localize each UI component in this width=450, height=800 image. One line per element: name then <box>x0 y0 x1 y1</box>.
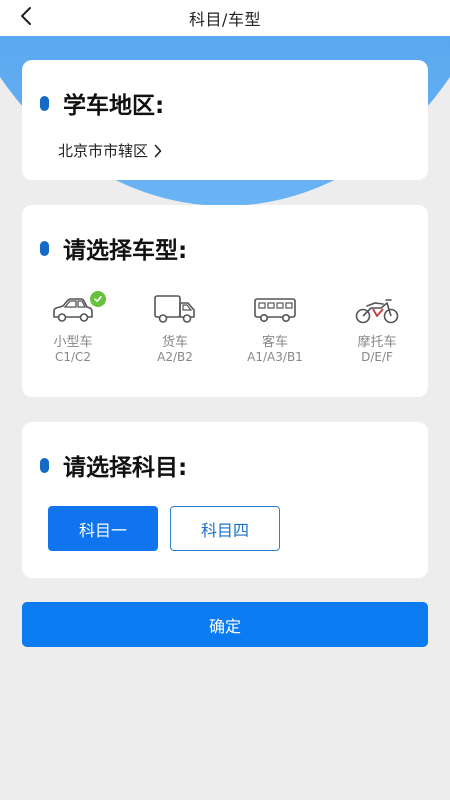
vehicle-option-bus[interactable]: 客车 A1/A3/B1 <box>235 295 315 364</box>
bus-icon <box>252 295 298 329</box>
vehicle-code: D/E/F <box>361 350 393 364</box>
vehicle-code: C1/C2 <box>54 350 92 364</box>
subject-heading-label: 请选择科目: <box>63 455 188 481</box>
vehicle-name: 小型车 <box>53 335 93 350</box>
bullet-dot <box>40 95 49 111</box>
top-bar: 科目/车型 <box>0 0 450 36</box>
vehicle-option-motorcycle[interactable]: 摩托车 D/E/F <box>337 295 417 364</box>
page-title: 科目/车型 <box>189 10 261 29</box>
vehicle-name: 客车 <box>261 335 288 350</box>
motorcycle-icon <box>353 295 401 329</box>
vehicle-heading-label: 请选择车型: <box>63 238 188 264</box>
confirm-button[interactable]: 确定 <box>22 602 428 647</box>
region-selector[interactable]: 北京市市辖区 <box>58 140 162 161</box>
region-heading-label: 学车地区: <box>63 93 165 119</box>
region-heading: 学车地区: <box>40 86 164 120</box>
vehicle-code: A2/B2 <box>157 350 193 364</box>
subject-card: 请选择科目: 科目一 科目四 <box>22 422 428 578</box>
back-button[interactable] <box>14 6 38 30</box>
truck-icon <box>152 293 198 329</box>
chevron-right-icon <box>154 144 162 158</box>
chevron-left-icon <box>19 6 33 30</box>
subject-one-button[interactable]: 科目一 <box>48 506 158 551</box>
vehicle-option-truck[interactable]: 货车 A2/B2 <box>135 295 215 364</box>
vehicle-options: 小型车 C1/C2 货车 A2/B2 客车 A1/A3/B1 摩托车 D/E/F <box>22 291 428 375</box>
region-value-label: 北京市市辖区 <box>58 142 149 160</box>
vehicle-name: 摩托车 <box>357 335 397 350</box>
bullet-dot <box>40 457 49 473</box>
bullet-dot <box>40 240 49 256</box>
vehicle-option-car[interactable]: 小型车 C1/C2 <box>33 291 113 364</box>
vehicle-card: 请选择车型: 小型车 C1/C2 货车 A2/B2 客车 A1/A3/B1 摩托… <box>22 205 428 397</box>
subject-heading: 请选择科目: <box>40 448 187 482</box>
region-card: 学车地区: 北京市市辖区 <box>22 60 428 180</box>
vehicle-code: A1/A3/B1 <box>247 350 303 364</box>
subject-four-button[interactable]: 科目四 <box>170 506 280 551</box>
vehicle-heading: 请选择车型: <box>40 231 187 265</box>
vehicle-name: 货车 <box>161 335 188 350</box>
check-icon <box>90 291 106 307</box>
